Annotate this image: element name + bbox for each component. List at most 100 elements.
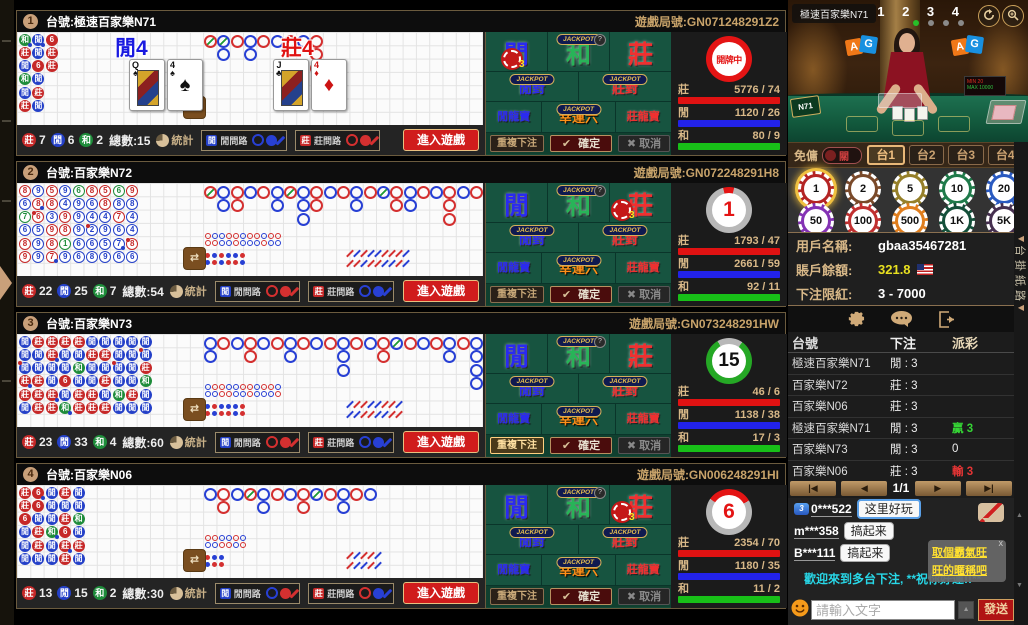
cancel-button[interactable]: ✖ 取消 (618, 135, 670, 152)
bet-spot-banker-pair[interactable]: JACKPOT莊對 (579, 374, 671, 403)
cancel-button[interactable]: ✖ 取消 (618, 437, 670, 454)
table-tab-1[interactable]: 台1 (867, 145, 905, 165)
chat-scroll-up-hint[interactable]: ▲ (1016, 512, 1023, 519)
camera-dot-2[interactable] (928, 20, 934, 26)
enter-game-button[interactable]: 進入遊戲 (403, 431, 479, 453)
bet-spot-player[interactable]: 閒 (486, 334, 548, 373)
camera-numbers[interactable]: 1 2 3 4 (877, 4, 966, 19)
rebet-button[interactable]: 重複下注 (490, 135, 544, 152)
prev-page-button[interactable]: ◀ (841, 481, 887, 496)
switch-road-icon[interactable]: ⇄ (183, 398, 206, 421)
bet-spot-banker[interactable]: 莊 (610, 334, 671, 373)
confirm-button[interactable]: ✔ 確定 (550, 588, 612, 605)
ask-road-player[interactable]: 閒閒問路 (215, 583, 301, 604)
table-tab-2[interactable]: 台2 (909, 145, 945, 165)
bet-spot-tie[interactable]: JACKPOT?和 (548, 334, 610, 373)
commission-toggle[interactable]: 關 (822, 147, 862, 164)
rebet-button[interactable]: 重複下注 (490, 286, 544, 303)
chip-5[interactable]: 5 (892, 171, 928, 207)
chat-bubble-icon[interactable] (891, 311, 912, 328)
bet-spot-banker-pair[interactable]: JACKPOT莊對 (579, 223, 671, 252)
enter-game-button[interactable]: 進入遊戲 (403, 280, 479, 302)
emoji-smiley-icon[interactable] (791, 599, 809, 622)
bet-spot-banker[interactable]: 莊3 (610, 485, 671, 524)
zoom-video-icon[interactable] (1002, 5, 1024, 27)
chat-scroll-down-hint[interactable]: ▼ (1016, 582, 1023, 589)
switch-road-icon[interactable]: ⇄ (183, 247, 206, 270)
rebet-button[interactable]: 重複下注 (490, 437, 544, 454)
help-icon[interactable]: ? (594, 34, 606, 46)
bet-spot-player-dragon[interactable]: 閒龍寶 (486, 102, 542, 132)
cancel-button[interactable]: ✖ 取消 (618, 588, 670, 605)
ask-road-player[interactable]: 閒閒問路 (215, 281, 301, 302)
collapse-arrow-icon[interactable]: ◀ (1014, 234, 1028, 243)
chip-1[interactable]: 1 (798, 171, 834, 207)
bet-spot-banker-dragon[interactable]: 莊龍寶 (616, 555, 671, 585)
bet-spot-lucky-six[interactable]: JACKPOT幸運六 (542, 555, 615, 585)
bet-spot-player-dragon[interactable]: 閒龍寶 (486, 253, 542, 283)
ask-road-player[interactable]: 閒閒問路 (201, 130, 287, 151)
sidebar-expand-arrow[interactable] (0, 266, 12, 300)
confirm-button[interactable]: ✔ 確定 (550, 286, 612, 303)
ask-road-banker[interactable]: 莊莊問路 (308, 432, 394, 453)
camera-dot-3[interactable] (943, 20, 949, 26)
bet-spot-player[interactable]: 閒 (486, 183, 548, 222)
statistics-button[interactable]: 統計 (185, 585, 207, 601)
settings-gear-icon[interactable] (846, 310, 865, 329)
camera-dot-1[interactable] (913, 20, 919, 26)
statistics-button[interactable]: 統計 (185, 283, 207, 299)
chip-2[interactable]: 2 (845, 171, 881, 207)
ask-road-banker[interactable]: 莊莊問路 (308, 583, 394, 604)
statistics-button[interactable]: 統計 (185, 434, 207, 450)
bet-spot-player-pair[interactable]: JACKPOT閒對 (486, 374, 579, 403)
cancel-button[interactable]: ✖ 取消 (618, 286, 670, 303)
exit-door-icon[interactable] (938, 311, 957, 328)
nickname-ad-popup[interactable]: x 取個霸氣旺 旺的暱稱吧 (928, 540, 1006, 582)
currency-flag-icon[interactable] (917, 264, 933, 275)
bet-spot-banker-pair[interactable]: JACKPOT莊對 (579, 525, 671, 554)
bet-spot-tie[interactable]: JACKPOT?和 (548, 183, 610, 222)
bet-spot-player-pair[interactable]: JACKPOT閒對 (486, 223, 579, 252)
first-page-button[interactable]: |◀ (790, 481, 836, 496)
camera-dot-4[interactable] (958, 20, 964, 26)
bet-spot-banker-dragon[interactable]: 莊龍寶 (616, 404, 671, 434)
chat-scroll-up-button[interactable]: ▲ (958, 601, 974, 619)
mute-chat-icon[interactable] (978, 503, 1004, 522)
bet-spot-player[interactable]: 閒3 (486, 32, 548, 71)
bet-spot-banker-dragon[interactable]: 莊龍寶 (616, 253, 671, 283)
table-tab-3[interactable]: 台3 (948, 145, 984, 165)
bet-spot-player-dragon[interactable]: 閒龍寶 (486, 404, 542, 434)
last-page-button[interactable]: ▶| (966, 481, 1012, 496)
bet-spot-banker[interactable]: 莊 (610, 32, 671, 71)
left-collapsed-sidebar[interactable] (0, 0, 14, 625)
help-icon[interactable]: ? (594, 487, 606, 499)
chip-10[interactable]: 10 (939, 171, 975, 207)
enter-game-button[interactable]: 進入遊戲 (403, 582, 479, 604)
bet-spot-lucky-six[interactable]: JACKPOT幸運六 (542, 253, 615, 283)
help-icon[interactable]: ? (594, 336, 606, 348)
bet-spot-tie[interactable]: JACKPOT?和 (548, 32, 610, 71)
bet-spot-player-pair[interactable]: JACKPOT閒對 (486, 72, 579, 101)
roadmap-pin-tab[interactable]: ◀台掛紙路◀ (1014, 234, 1028, 312)
bet-spot-lucky-six[interactable]: JACKPOT幸運六 (542, 404, 615, 434)
ask-road-player[interactable]: 閒閒問路 (215, 432, 301, 453)
bet-spot-tie[interactable]: JACKPOT?和 (548, 485, 610, 524)
statistics-pie-icon[interactable] (156, 134, 169, 147)
confirm-button[interactable]: ✔ 確定 (550, 135, 612, 152)
bet-spot-banker[interactable]: 莊3 (610, 183, 671, 222)
statistics-button[interactable]: 統計 (171, 132, 193, 148)
ad-close-icon[interactable]: x (999, 538, 1004, 548)
switch-road-icon[interactable]: ⇄ (183, 549, 206, 572)
confirm-button[interactable]: ✔ 確定 (550, 437, 612, 454)
statistics-pie-icon[interactable] (170, 436, 183, 449)
chat-text-input[interactable] (811, 600, 955, 620)
bet-spot-player-dragon[interactable]: 閒龍寶 (486, 555, 542, 585)
bet-spot-banker-dragon[interactable]: 莊龍寶 (616, 102, 671, 132)
bet-spot-banker-pair[interactable]: JACKPOT莊對 (579, 72, 671, 101)
bet-spot-player-pair[interactable]: JACKPOT閒對 (486, 525, 579, 554)
ask-road-banker[interactable]: 莊莊問路 (295, 130, 381, 151)
collapse-arrow-icon[interactable]: ◀ (1014, 303, 1028, 312)
refresh-video-icon[interactable] (978, 5, 1000, 27)
bet-spot-player[interactable]: 閒 (486, 485, 548, 524)
enter-game-button[interactable]: 進入遊戲 (403, 129, 479, 151)
